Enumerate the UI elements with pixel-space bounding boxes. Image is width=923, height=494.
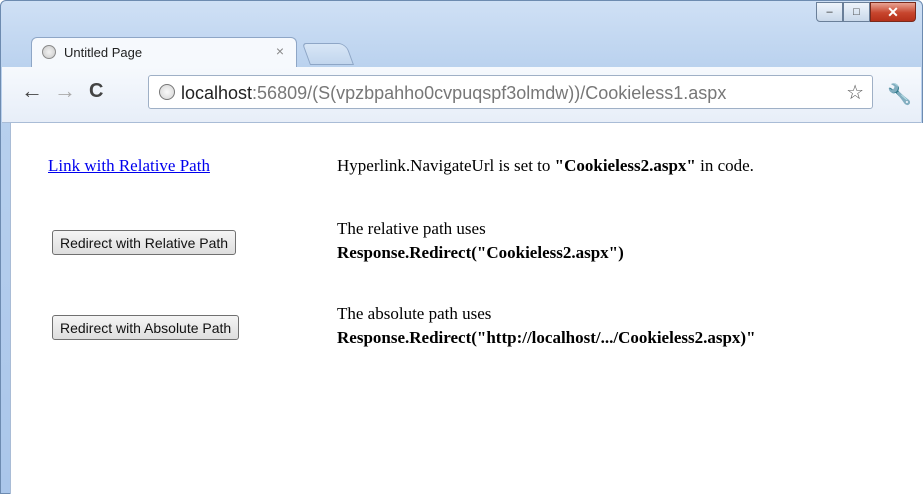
- tab-close-icon[interactable]: ×: [276, 43, 284, 59]
- redirect-absolute-button[interactable]: Redirect with Absolute Path: [52, 315, 240, 340]
- url-path: :56809/(S(vpzbpahho0cvpuqspf3olmdw))/Coo…: [252, 83, 727, 103]
- window-controls: – □ ✕: [816, 2, 916, 22]
- navigateurl-description: Hyperlink.NavigateUrl is set to "Cookiel…: [337, 156, 754, 176]
- address-url[interactable]: localhost:56809/(S(vpzbpahho0cvpuqspf3ol…: [181, 83, 726, 104]
- page-content: Link with Relative Path Hyperlink.Naviga…: [10, 123, 923, 494]
- page-favicon-icon: [42, 45, 56, 59]
- absolute-path-description: The absolute path uses Response.Redirect…: [337, 302, 756, 350]
- relative-path-description: The relative path uses Response.Redirect…: [337, 217, 624, 265]
- minimize-button[interactable]: –: [816, 2, 843, 22]
- tab-title: Untitled Page: [64, 45, 143, 60]
- browser-toolbar: ← → C localhost:56809/(S(vpzbpahho0cvpuq…: [2, 67, 921, 123]
- relative-path-link[interactable]: Link with Relative Path: [48, 156, 210, 176]
- redirect-relative-button[interactable]: Redirect with Relative Path: [52, 230, 237, 255]
- back-arrow-icon[interactable]: ←: [21, 79, 43, 103]
- desc1-bold: "Cookieless2.aspx": [554, 156, 696, 175]
- desc3-line1: The absolute path uses: [337, 304, 492, 323]
- reload-icon[interactable]: C: [89, 79, 103, 103]
- address-bar[interactable]: localhost:56809/(S(vpzbpahho0cvpuqspf3ol…: [148, 75, 873, 109]
- desc3-line2: Response.Redirect("http://localhost/.../…: [337, 328, 756, 347]
- wrench-menu-icon[interactable]: 🔧: [887, 82, 912, 107]
- desc1-prefix: Hyperlink.NavigateUrl is set to: [337, 156, 555, 175]
- forward-arrow-icon[interactable]: →: [54, 79, 76, 103]
- url-host: localhost: [181, 83, 253, 103]
- desc2-line2: Response.Redirect("Cookieless2.aspx"): [337, 243, 624, 262]
- new-tab-button[interactable]: [301, 43, 355, 65]
- browser-tab[interactable]: Untitled Page ×: [31, 37, 297, 67]
- desc1-suffix: in code.: [695, 156, 754, 175]
- close-window-button[interactable]: ✕: [870, 2, 916, 22]
- maximize-button[interactable]: □: [843, 2, 870, 22]
- globe-icon: [159, 84, 175, 100]
- desc2-line1: The relative path uses: [337, 219, 486, 238]
- bookmark-star-icon[interactable]: ☆: [846, 80, 864, 105]
- browser-window: – □ ✕ Untitled Page × ← → C localhost:56…: [0, 0, 923, 494]
